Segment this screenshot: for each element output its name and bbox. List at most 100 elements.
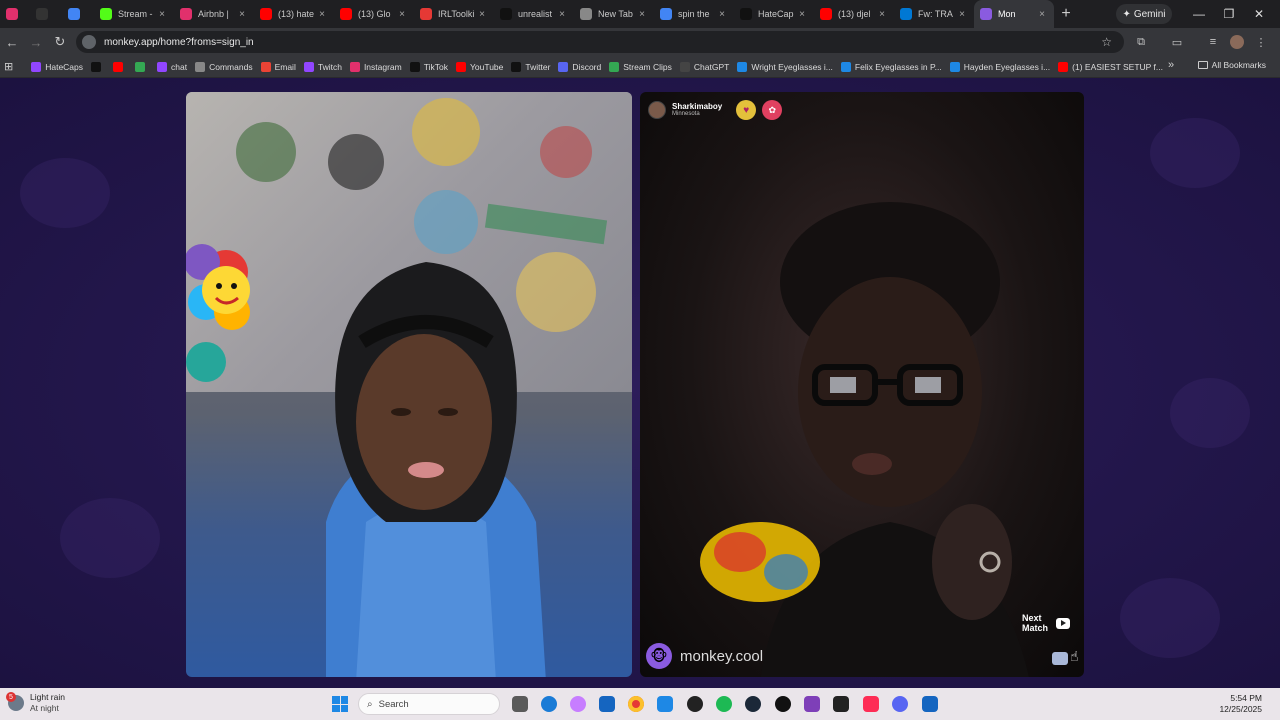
bookmark-16[interactable]: Felix Eyeglasses in P... [840,61,942,72]
flower-art [186,244,250,382]
tab-3[interactable]: Stream - × [94,0,174,28]
tab-1[interactable] [30,0,62,28]
photos-icon[interactable] [657,696,673,712]
tab-2[interactable] [62,0,94,28]
app-icon[interactable] [775,696,791,712]
chat-icon[interactable] [1052,652,1068,665]
tab-5[interactable]: (13) hate × [254,0,334,28]
url-text[interactable]: monkey.app/home?froms=sign_in [104,37,254,48]
tiktok-icon[interactable] [863,696,879,712]
store-icon[interactable] [599,696,615,712]
bookmark-10[interactable]: YouTube [455,61,503,72]
bookmark-17[interactable]: Hayden Eyeglasses i... [949,61,1051,72]
bookmark-5[interactable]: Commands [195,61,253,72]
address-bar[interactable]: monkey.app/home?froms=sign_in ☆ [76,31,1124,53]
bookmark-14[interactable]: ChatGPT [679,61,729,72]
media-icon[interactable]: ≡ [1202,31,1224,53]
edge-icon[interactable] [541,696,557,712]
gift-badge-icon[interactable]: ✿ [762,100,783,120]
close-tab-icon[interactable]: × [236,9,248,20]
next-match-icon[interactable] [1056,617,1070,629]
chrome-icon [580,8,592,20]
close-tab-icon[interactable]: × [156,9,168,20]
tab-4[interactable]: Airbnb | × [174,0,254,28]
bookmark-11[interactable]: Twitter [511,61,550,72]
gemini-button[interactable]: ✦ Gemini [1116,4,1172,24]
close-tab-icon[interactable]: × [636,9,648,20]
taskbar-search[interactable]: ⌕ Search [358,693,500,715]
start-button[interactable] [332,696,348,712]
bookmark-18[interactable]: (1) EASIEST SETUP f... [1058,61,1163,72]
remote-location: Minnesota [672,111,700,117]
close-tab-icon[interactable]: × [396,9,408,20]
tab-13[interactable]: Fw: TRA × [894,0,974,28]
extensions-icon[interactable]: ⧉ [1130,31,1152,53]
bookmark-label: TikTok [423,61,448,72]
new-tab-button[interactable]: + [1054,5,1078,23]
threads-icon [36,8,48,20]
bookmark-2[interactable] [113,61,127,72]
tab-title: Airbnb | [198,9,229,19]
clock[interactable]: 5:54 PM 12/25/2025 [1219,693,1262,715]
site-info-icon[interactable] [82,35,96,49]
tab-7[interactable]: IRLToolki × [414,0,494,28]
windows-taskbar: 5 Light rain At night ⌕ Search 5:54 PM 1… [0,688,1280,720]
bookmark-6[interactable]: Email [260,61,296,72]
copilot-icon[interactable] [570,696,586,712]
bookmark-0[interactable]: HateCaps [31,61,83,72]
onenote-icon[interactable] [804,696,820,712]
bookmark-15[interactable]: Wright Eyeglasses i... [737,61,833,72]
close-tab-icon[interactable]: × [476,9,488,20]
back-button[interactable]: ← [0,30,24,54]
chrome-icon[interactable] [628,696,644,712]
forward-button[interactable]: → [24,30,48,54]
steam-icon[interactable] [745,696,761,712]
weather-widget[interactable]: 5 Light rain At night [6,692,65,714]
bookmark-13[interactable]: Stream Clips [609,61,672,72]
bookmark-label: Hayden Eyeglasses i... [963,61,1051,72]
apps-icon[interactable]: ⊞ [4,60,13,73]
close-tab-icon[interactable]: × [1036,9,1048,20]
reload-button[interactable]: ↻ [48,30,72,54]
tab-10[interactable]: spin the × [654,0,734,28]
spotify-icon[interactable] [716,696,732,712]
bookmark-9[interactable]: TikTok [409,61,448,72]
next-match-button[interactable]: Next Match [1022,613,1070,633]
all-bookmarks-button[interactable]: All Bookmarks [1197,60,1266,70]
bookmark-star-icon[interactable]: ☆ [1101,35,1112,49]
obs-icon[interactable] [687,696,703,712]
discord-icon[interactable] [892,696,908,712]
bookmark-12[interactable]: Discord [558,61,601,72]
remote-desktop-icon[interactable] [922,696,938,712]
close-window-button[interactable]: ✕ [1244,0,1274,28]
tab-14[interactable]: Mon × [974,0,1054,28]
close-tab-icon[interactable]: × [876,9,888,20]
bookmark-3[interactable] [135,61,149,72]
menu-icon[interactable]: ⋮ [1250,31,1272,53]
tab-6[interactable]: (13) Glo × [334,0,414,28]
restore-button[interactable]: ❐ [1214,0,1244,28]
tab-0[interactable] [0,0,30,28]
close-tab-icon[interactable]: × [316,9,328,20]
close-tab-icon[interactable]: × [796,9,808,20]
close-tab-icon[interactable]: × [716,9,728,20]
bookmark-1[interactable] [91,61,105,72]
tab-9[interactable]: New Tab × [574,0,654,28]
tab-title: IRLToolki [438,9,475,19]
task-view-icon[interactable] [512,696,528,712]
bookmark-8[interactable]: Instagram [349,61,402,72]
tab-12[interactable]: (13) djel × [814,0,894,28]
close-tab-icon[interactable]: × [956,9,968,20]
more-bookmarks-icon[interactable]: » [1168,59,1174,71]
tab-8[interactable]: unrealist × [494,0,574,28]
minimize-button[interactable]: — [1184,0,1214,28]
close-tab-icon[interactable]: × [556,9,568,20]
tab-search-icon[interactable]: ▭ [1166,31,1188,53]
tab-11[interactable]: HateCap × [734,0,814,28]
heart-badge-icon[interactable]: ♥ [736,100,757,120]
remote-avatar[interactable] [648,101,666,119]
capcut-icon[interactable] [833,696,849,712]
profile-avatar[interactable] [1226,31,1248,53]
bookmark-7[interactable]: Twitch [303,61,342,72]
bookmark-4[interactable]: chat [157,61,187,72]
